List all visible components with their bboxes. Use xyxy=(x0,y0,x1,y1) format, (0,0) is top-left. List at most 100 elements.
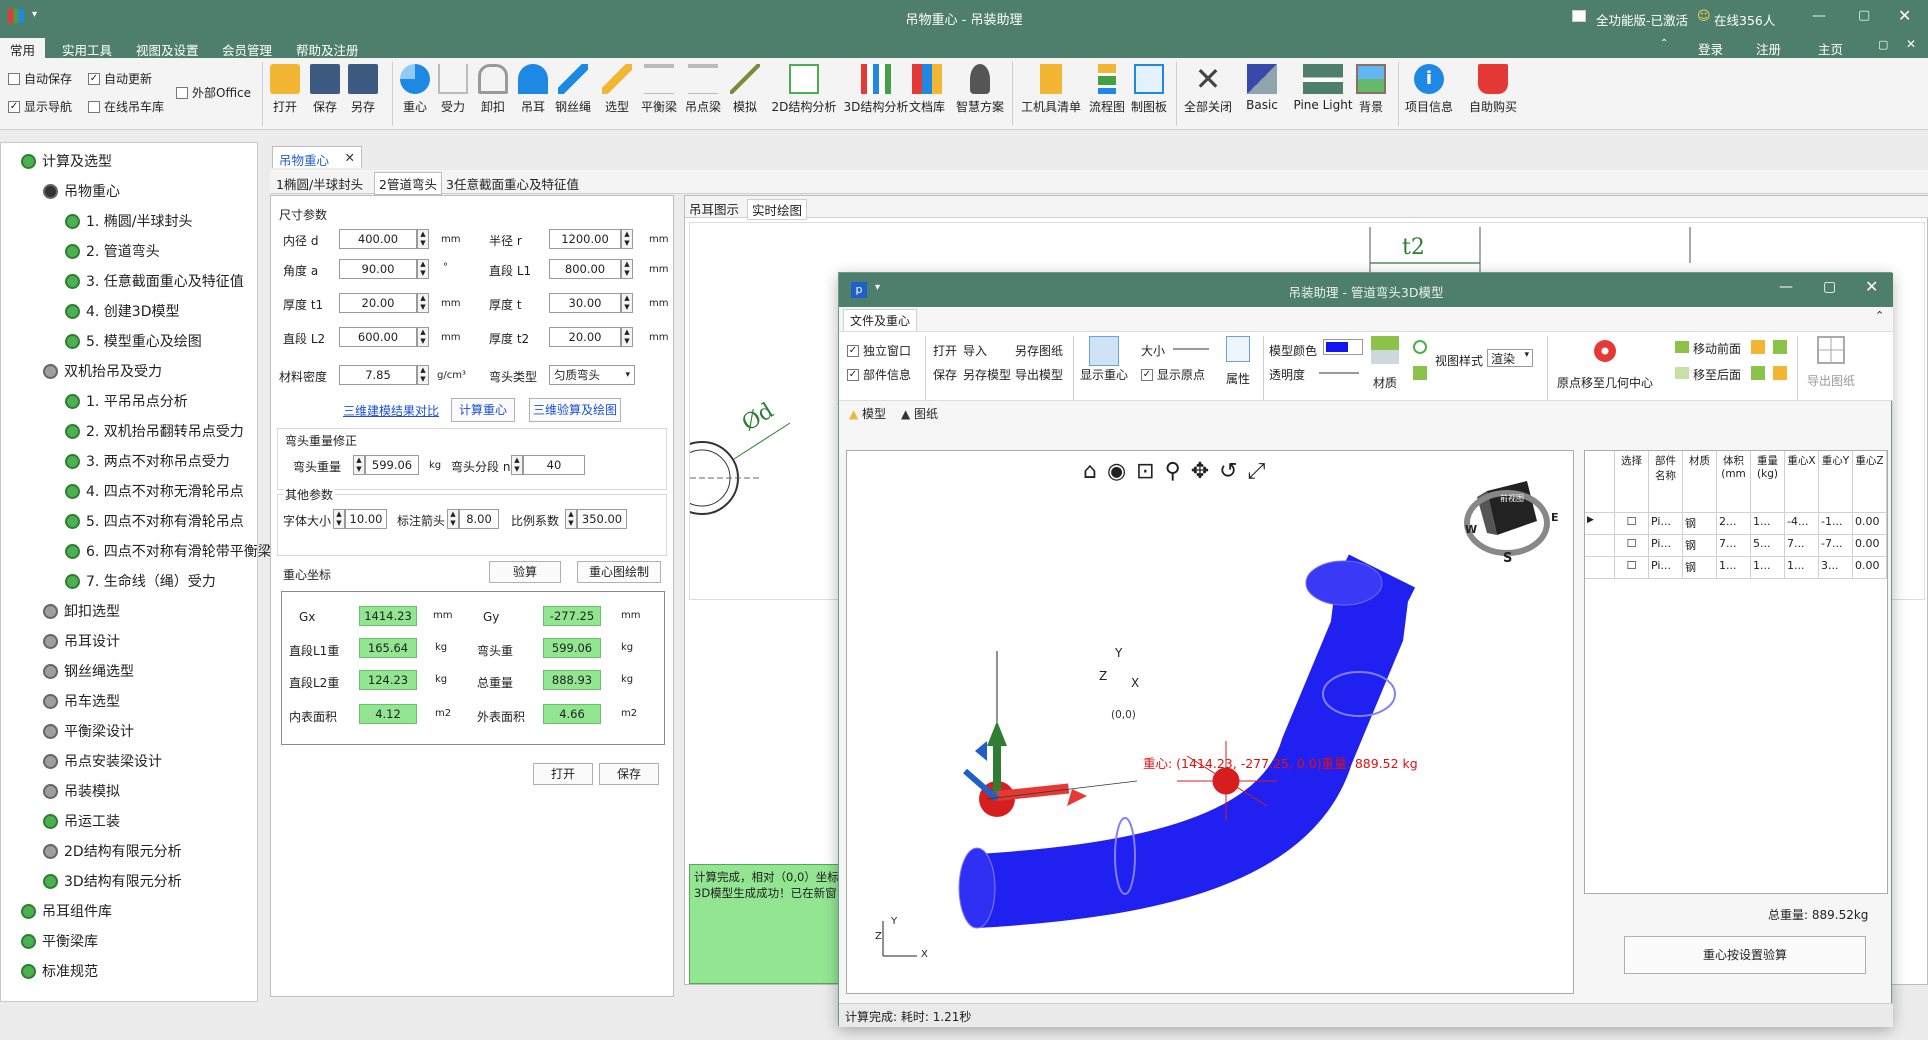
verify-button[interactable]: 验算 xyxy=(489,561,561,583)
tree-node[interactable]: 钢丝绳选型 xyxy=(43,659,134,683)
radius-spinner[interactable]: ▲ ▼ xyxy=(621,229,633,249)
distribute-icon[interactable] xyxy=(1773,366,1787,380)
compare-link[interactable]: 三维建模结果对比 xyxy=(343,402,439,419)
grid-header[interactable]: 部件名称 xyxy=(1649,451,1683,513)
t1-spinner[interactable]: ▲ ▼ xyxy=(417,293,429,313)
balance-beam-button[interactable]: 平衡梁 xyxy=(638,64,680,126)
sub-tab-section[interactable]: 3任意截面重心及特征值 xyxy=(446,174,579,193)
show-cog-button[interactable]: 显示重心 xyxy=(1079,336,1129,383)
tree-node[interactable]: 吊装模拟 xyxy=(43,779,120,803)
arrow-spinner[interactable]: ▲ ▼ xyxy=(447,509,459,529)
t2-input[interactable]: 20.00 xyxy=(549,327,621,347)
close-tab-icon[interactable]: ✕ xyxy=(345,150,355,165)
background-button[interactable]: 背景 xyxy=(1350,64,1392,126)
sub-tab-ellipse[interactable]: 1椭圆/半球封头 xyxy=(276,174,363,193)
save-button[interactable]: 保存 xyxy=(304,64,346,126)
scale-spinner[interactable]: ▲ ▼ xyxy=(565,509,577,529)
tree-node[interactable]: 1. 椭圆/半球封头 xyxy=(65,209,193,233)
l1-spinner[interactable]: ▲ ▼ xyxy=(621,259,633,279)
close-button[interactable]: ✕ xyxy=(1898,6,1911,25)
grid-header[interactable]: 体积(mm xyxy=(1717,451,1751,513)
grid-row-selector[interactable] xyxy=(1585,557,1615,579)
tree-node[interactable]: 吊物重心 xyxy=(43,179,120,203)
menu-member[interactable]: 会员管理 xyxy=(212,38,282,58)
tree-node[interactable]: 4. 创建3D模型 xyxy=(65,299,180,323)
home-link[interactable]: 主页 xyxy=(1818,39,1843,58)
move-back-button[interactable]: 移至后面 xyxy=(1675,366,1741,383)
view-cube[interactable]: 前视图 xyxy=(1487,493,1537,513)
grid-header[interactable]: 重心Z xyxy=(1853,451,1887,513)
elbow-weight-input[interactable]: 599.06 xyxy=(365,455,419,475)
transparency-slider[interactable] xyxy=(1319,372,1359,374)
export-drawing-button[interactable]: 导出图纸 xyxy=(1803,336,1859,389)
tree-node[interactable]: 3. 任意截面重心及特征值 xyxy=(65,269,244,293)
radius-input[interactable]: 1200.00 xyxy=(549,229,621,249)
grid-checkbox[interactable]: ☐ xyxy=(1615,535,1649,557)
tree-node[interactable]: 平衡梁库 xyxy=(21,929,98,953)
cog-button[interactable]: 重心 xyxy=(394,64,436,126)
tree-node[interactable]: 3D结构有限元分析 xyxy=(43,869,182,893)
doc-library-button[interactable]: 文档库 xyxy=(906,64,948,126)
grid-header[interactable]: 选择 xyxy=(1615,451,1649,513)
smart-plan-button[interactable]: 智慧方案 xyxy=(954,64,1006,126)
analysis-2d-button[interactable]: 2D结构分析 xyxy=(768,64,840,126)
tree-node[interactable]: 卸扣选型 xyxy=(43,599,120,623)
t2-spinner[interactable]: ▲ ▼ xyxy=(621,327,633,347)
model-window-maximize[interactable]: ▢ xyxy=(1823,279,1836,295)
t-spinner[interactable]: ▲ ▼ xyxy=(621,293,633,313)
l2-input[interactable]: 600.00 xyxy=(339,327,417,347)
compass-e[interactable]: E xyxy=(1551,511,1559,524)
elbow-weight-spinner[interactable]: ▲ ▼ xyxy=(353,455,365,475)
tree-node[interactable]: 2. 管道弯头 xyxy=(65,239,160,263)
font-size-input[interactable]: 10.00 xyxy=(345,509,387,529)
tree-node[interactable]: 标准规范 xyxy=(21,959,98,983)
close-all-button[interactable]: ✕ 全部关闭 xyxy=(1182,63,1234,126)
close-doc-button[interactable]: ✕ xyxy=(1906,37,1916,51)
tree-node[interactable]: 7. 生命线（绳）受力 xyxy=(65,569,216,593)
autosave-checkbox[interactable]: 自动保存 xyxy=(8,70,72,87)
tab-drawing[interactable]: ▲ 图纸 xyxy=(901,405,938,422)
grid-checkbox[interactable]: ☐ xyxy=(1615,513,1649,535)
save-as-button[interactable]: 另存 xyxy=(342,64,384,126)
compass-s[interactable]: S xyxy=(1503,551,1512,566)
origin-to-center-button[interactable]: 原点移至几何中心 xyxy=(1553,336,1657,391)
tree-node[interactable]: 吊点安装梁设计 xyxy=(43,749,162,773)
compass-w[interactable]: W xyxy=(1465,523,1477,536)
menu-help-register[interactable]: 帮助及注册 xyxy=(286,38,369,58)
lug-button[interactable]: 吊耳 xyxy=(512,64,554,126)
elbow-seg-spinner[interactable]: ▲ ▼ xyxy=(511,455,523,475)
save-drawing-as-button[interactable]: 另存图纸 xyxy=(1015,342,1063,359)
shackle-button[interactable]: 卸扣 xyxy=(472,64,514,126)
tree-node[interactable]: 2D结构有限元分析 xyxy=(43,839,182,863)
lifting-point-beam-button[interactable]: 吊点梁 xyxy=(682,64,724,126)
grid-header[interactable]: 重量(kg) xyxy=(1751,451,1785,513)
grid-row-selector[interactable]: ▶ xyxy=(1585,513,1615,535)
elbow-seg-input[interactable]: 40 xyxy=(523,455,585,475)
menu-tools[interactable]: 实用工具 xyxy=(52,38,122,58)
external-office-checkbox[interactable]: 外部Office xyxy=(176,84,251,101)
chart-icon[interactable] xyxy=(1773,340,1787,354)
tree-node[interactable]: 双机抬吊及受力 xyxy=(43,359,162,383)
inner-d-spinner[interactable]: ▲ ▼ xyxy=(417,229,429,249)
grid-checkbox[interactable]: ☐ xyxy=(1615,557,1649,579)
panel-open-button[interactable]: 打开 xyxy=(533,763,593,785)
wire-rope-button[interactable]: 钢丝绳 xyxy=(552,64,594,126)
force-button[interactable]: 受力 xyxy=(432,64,474,126)
tree-node[interactable]: 吊耳组件库 xyxy=(21,899,112,923)
grid-header[interactable]: 重心Y xyxy=(1819,451,1853,513)
model-open-button[interactable]: 打开 xyxy=(933,342,957,359)
tree-node[interactable]: 5. 四点不对称有滑轮吊点 xyxy=(65,509,244,533)
tree-node[interactable]: 2. 双机抬吊翻转吊点受力 xyxy=(65,419,244,443)
tab-model[interactable]: ▲ 模型 xyxy=(849,405,886,422)
selection-button[interactable]: 选型 xyxy=(596,64,638,126)
move-front-button[interactable]: 移动前面 xyxy=(1675,340,1741,357)
scale-input[interactable]: 350.00 xyxy=(577,509,627,529)
minimize-button[interactable]: — xyxy=(1812,8,1826,24)
t1-input[interactable]: 20.00 xyxy=(339,293,417,313)
simulate-button[interactable]: 模拟 xyxy=(724,64,766,126)
doc-tab-cog[interactable]: 吊物重心 ✕ xyxy=(272,146,362,168)
tree-node[interactable]: 4. 四点不对称无滑轮吊点 xyxy=(65,479,244,503)
view-style-select[interactable]: 渲染 ▾ xyxy=(1487,349,1533,367)
refresh-icon[interactable] xyxy=(1413,340,1427,354)
grid-header[interactable]: 材质 xyxy=(1683,451,1717,513)
